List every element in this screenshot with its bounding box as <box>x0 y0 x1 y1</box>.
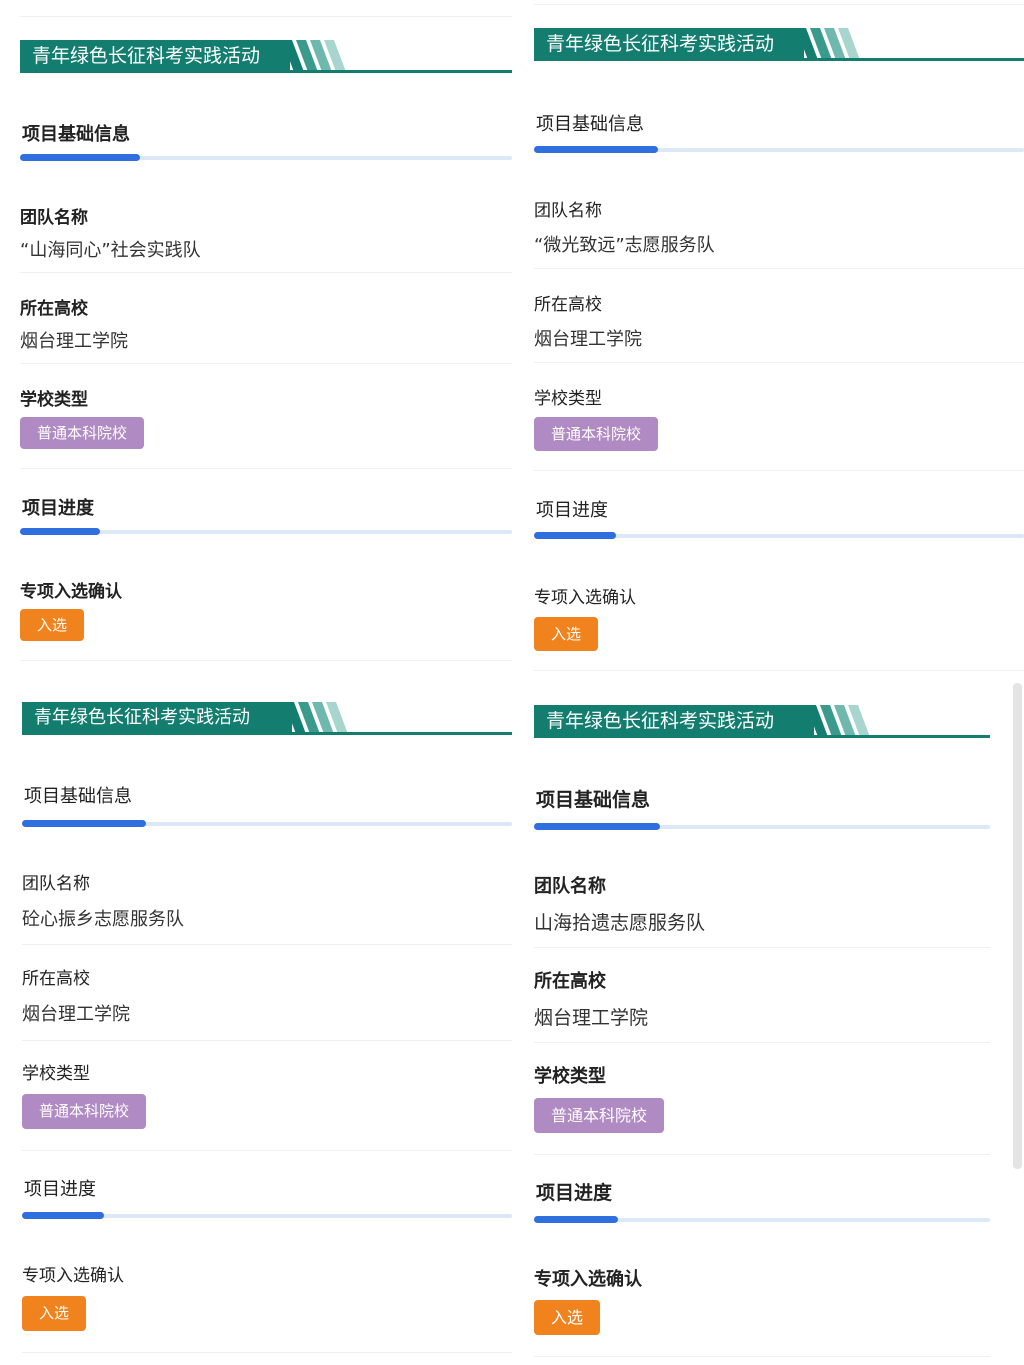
school-label: 所在高校 <box>20 299 88 319</box>
school-value: 烟台理工学院 <box>534 329 642 350</box>
school-type-badge: 普通本科院校 <box>20 417 145 449</box>
selected-badge: 入选 <box>20 609 85 641</box>
type-label: 学校类型 <box>534 1066 606 1087</box>
basic-info-title: 项目基础信息 <box>24 786 132 807</box>
team-value: 山海拾遗志愿服务队 <box>534 912 706 934</box>
field-divider <box>534 1154 990 1155</box>
scrollbar[interactable] <box>1013 683 1022 1169</box>
banner-underline <box>534 58 1024 61</box>
type-label: 学校类型 <box>22 1064 90 1084</box>
field-divider <box>22 1150 512 1151</box>
type-label: 学校类型 <box>20 390 88 410</box>
selected-badge: 入选 <box>22 1296 87 1331</box>
confirm-label: 专项入选确认 <box>534 1269 642 1290</box>
basic-info-track <box>22 820 512 827</box>
top-divider <box>20 16 512 17</box>
banner-stripes-icon <box>284 702 348 734</box>
field-divider <box>534 268 1024 269</box>
school-value: 烟台理工学院 <box>20 331 128 352</box>
field-divider <box>20 272 512 273</box>
activity-banner: 青年绿色长征科考实践活动 <box>20 40 512 76</box>
project-card: 青年绿色长征科考实践活动 项目基础信息 团队名称 山海拾遗志愿服务队 所在高校 … <box>534 705 990 1360</box>
banner-title: 青年绿色长征科考实践活动 <box>20 40 290 72</box>
progress-track <box>22 1212 512 1219</box>
selected-badge: 入选 <box>534 1300 601 1335</box>
team-value: “微光致远”志愿服务队 <box>534 235 715 256</box>
progress-fill <box>20 528 100 535</box>
school-label: 所在高校 <box>22 969 90 989</box>
school-type-badge: 普通本科院校 <box>534 417 659 451</box>
progress-title: 项目进度 <box>22 498 94 519</box>
progress-fill <box>534 1216 618 1223</box>
type-label: 学校类型 <box>534 389 602 409</box>
confirm-label: 专项入选确认 <box>20 582 122 602</box>
progress-title: 项目进度 <box>536 1182 613 1204</box>
selected-badge: 入选 <box>534 617 599 651</box>
team-label: 团队名称 <box>534 201 602 221</box>
basic-info-track <box>20 154 512 161</box>
team-label: 团队名称 <box>20 208 88 228</box>
field-divider <box>22 944 512 945</box>
progress-fill <box>22 1212 104 1219</box>
basic-info-fill <box>534 146 658 153</box>
progress-track <box>20 528 512 535</box>
field-divider <box>22 1040 512 1041</box>
field-divider <box>534 1356 990 1357</box>
basic-info-title: 项目基础信息 <box>536 114 644 135</box>
field-divider <box>534 947 990 948</box>
school-value: 烟台理工学院 <box>22 1004 130 1025</box>
field-divider <box>534 470 1024 471</box>
basic-info-track <box>534 823 990 830</box>
field-divider <box>20 363 512 364</box>
field-divider <box>20 660 512 661</box>
basic-info-fill <box>534 823 660 830</box>
activity-banner: 青年绿色长征科考实践活动 <box>22 702 512 738</box>
activity-banner: 青年绿色长征科考实践活动 <box>534 705 990 741</box>
team-value: “山海同心”社会实践队 <box>20 240 201 261</box>
field-divider <box>22 1352 512 1353</box>
school-value: 烟台理工学院 <box>534 1007 649 1029</box>
basic-info-title: 项目基础信息 <box>22 124 130 145</box>
project-card: 青年绿色长征科考实践活动 项目基础信息 团队名称 砼心振乡志愿服务队 所在高校 … <box>22 702 512 1362</box>
team-value: 砼心振乡志愿服务队 <box>22 909 184 930</box>
project-card: 青年绿色长征科考实践活动 项目基础信息 团队名称 “山海同心”社会实践队 所在高… <box>20 40 512 665</box>
basic-info-track <box>534 146 1024 153</box>
field-divider <box>20 468 512 469</box>
field-divider <box>534 362 1024 363</box>
activity-banner: 青年绿色长征科考实践活动 <box>534 28 1024 64</box>
school-label: 所在高校 <box>534 295 602 315</box>
banner-underline <box>20 70 512 73</box>
field-divider <box>534 670 1024 671</box>
progress-fill <box>534 532 616 539</box>
banner-title: 青年绿色长征科考实践活动 <box>534 28 804 60</box>
school-type-badge: 普通本科院校 <box>534 1098 665 1133</box>
banner-underline <box>534 735 990 738</box>
field-divider <box>534 1042 990 1043</box>
team-label: 团队名称 <box>534 876 606 897</box>
banner-stripes-icon <box>796 28 860 60</box>
basic-info-title: 项目基础信息 <box>536 789 651 811</box>
banner-title: 青年绿色长征科考实践活动 <box>22 702 292 734</box>
school-type-badge: 普通本科院校 <box>22 1094 147 1129</box>
banner-stripes-icon <box>282 40 346 72</box>
team-label: 团队名称 <box>22 874 90 894</box>
progress-title: 项目进度 <box>536 500 608 521</box>
basic-info-fill <box>22 820 146 827</box>
project-card: 青年绿色长征科考实践活动 项目基础信息 团队名称 “微光致远”志愿服务队 所在高… <box>534 28 1024 673</box>
progress-title: 项目进度 <box>24 1179 96 1200</box>
banner-title: 青年绿色长征科考实践活动 <box>534 705 814 737</box>
confirm-label: 专项入选确认 <box>534 588 636 608</box>
banner-stripes-icon <box>806 705 870 737</box>
confirm-label: 专项入选确认 <box>22 1266 124 1286</box>
progress-track <box>534 532 1024 539</box>
top-divider <box>534 4 1024 5</box>
school-label: 所在高校 <box>534 971 606 992</box>
progress-track <box>534 1216 990 1223</box>
basic-info-fill <box>20 154 140 161</box>
banner-underline <box>22 732 512 735</box>
